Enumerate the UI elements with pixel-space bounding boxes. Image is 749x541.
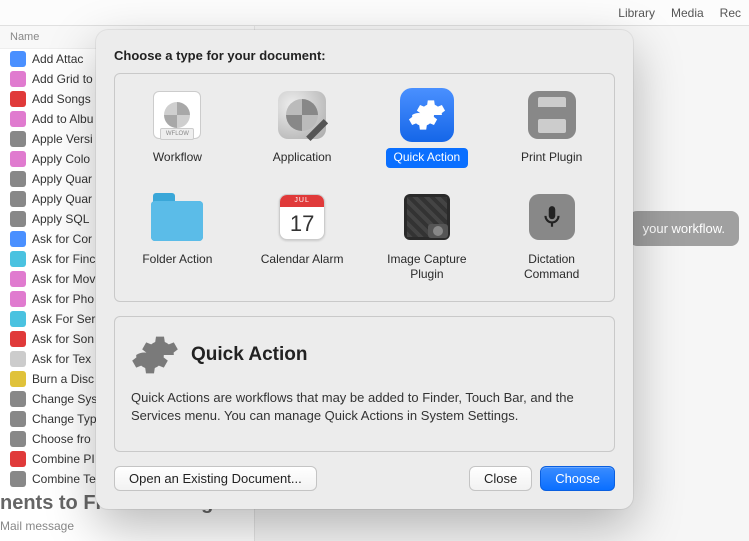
- document-type-grid: WFLOW Workflow Application Quick Action …: [114, 73, 615, 302]
- doc-type-folder-action[interactable]: Folder Action: [115, 184, 240, 291]
- sidebar-item-label: Combine Te: [32, 472, 96, 486]
- sidebar-item-icon: [10, 231, 26, 247]
- sidebar-item-icon: [10, 151, 26, 167]
- sidebar-item-icon: [10, 91, 26, 107]
- sidebar-item-label: Ask for Finc: [32, 252, 95, 266]
- calendar-alarm-icon: JUL17: [275, 190, 329, 244]
- sidebar-item-label: Add to Albu: [32, 112, 93, 126]
- background-toolbar: Library Media Rec: [0, 0, 749, 26]
- sidebar-item-label: Choose fro: [32, 432, 91, 446]
- doc-type-label: Application: [265, 148, 340, 168]
- modal-title: Choose a type for your document:: [114, 48, 615, 63]
- modal-button-row: Open an Existing Document... Close Choos…: [114, 466, 615, 491]
- sidebar-item-label: Ask For Ser: [32, 312, 95, 326]
- folder-action-icon: [150, 190, 204, 244]
- footer-sub: Mail message: [0, 519, 224, 533]
- sidebar-item-icon: [10, 171, 26, 187]
- doc-type-label: Workflow: [145, 148, 210, 168]
- sidebar-item-icon: [10, 291, 26, 307]
- toolbar-rec[interactable]: Rec: [720, 6, 741, 20]
- sidebar-item-label: Ask for Mov: [32, 272, 95, 286]
- quick-action-icon: [400, 88, 454, 142]
- doc-type-label: Dictation Command: [493, 250, 610, 285]
- sidebar-item-label: Apply Quar: [32, 192, 92, 206]
- sidebar-item-icon: [10, 51, 26, 67]
- sidebar-item-label: Ask for Tex: [32, 352, 91, 366]
- sidebar-item-label: Apple Versi: [32, 132, 93, 146]
- document-type-modal: Choose a type for your document: WFLOW W…: [96, 30, 633, 509]
- sidebar-item-icon: [10, 191, 26, 207]
- sidebar-item-label: Apply Quar: [32, 172, 92, 186]
- sidebar-item-icon: [10, 311, 26, 327]
- gear-icon: [408, 96, 446, 134]
- image-capture-plugin-icon: [400, 190, 454, 244]
- sidebar-item-label: Burn a Disc: [32, 372, 94, 386]
- sidebar-item-icon: [10, 131, 26, 147]
- sidebar-item-icon: [10, 451, 26, 467]
- sidebar-item-icon: [10, 251, 26, 267]
- doc-type-print-plugin[interactable]: Print Plugin: [489, 82, 614, 174]
- canvas-hint: your workflow.: [629, 211, 739, 246]
- sidebar-item-label: Ask for Pho: [32, 292, 94, 306]
- toolbar-media[interactable]: Media: [671, 6, 704, 20]
- description-title: Quick Action: [191, 344, 307, 366]
- doc-type-label: Image Capture Plugin: [369, 250, 486, 285]
- print-plugin-icon: [525, 88, 579, 142]
- sidebar-item-label: Change Sys: [32, 392, 97, 406]
- description-text: Quick Actions are workflows that may be …: [131, 389, 598, 425]
- sidebar-item-label: Ask for Cor: [32, 232, 92, 246]
- dictation-command-icon: [525, 190, 579, 244]
- sidebar-item-icon: [10, 411, 26, 427]
- sidebar-item-icon: [10, 471, 26, 487]
- doc-type-image-capture-plugin[interactable]: Image Capture Plugin: [365, 184, 490, 291]
- sidebar-item-label: Add Attac: [32, 52, 83, 66]
- sidebar-item-icon: [10, 271, 26, 287]
- sidebar-item-icon: [10, 431, 26, 447]
- workflow-icon: WFLOW: [150, 88, 204, 142]
- doc-type-calendar-alarm[interactable]: JUL17 Calendar Alarm: [240, 184, 365, 291]
- doc-type-label: Calendar Alarm: [253, 250, 352, 270]
- open-existing-button[interactable]: Open an Existing Document...: [114, 466, 317, 491]
- choose-button[interactable]: Choose: [540, 466, 615, 491]
- sidebar-item-icon: [10, 331, 26, 347]
- sidebar-item-label: Ask for Son: [32, 332, 94, 346]
- sidebar-item-label: Add Songs: [32, 92, 91, 106]
- doc-type-application[interactable]: Application: [240, 82, 365, 174]
- application-icon: [275, 88, 329, 142]
- doc-type-label: Print Plugin: [513, 148, 590, 168]
- sidebar-item-label: Add Grid to: [32, 72, 93, 86]
- sidebar-item-label: Apply SQL: [32, 212, 89, 226]
- doc-type-label: Folder Action: [134, 250, 220, 270]
- sidebar-item-icon: [10, 371, 26, 387]
- gear-icon: [131, 331, 179, 379]
- toolbar-library[interactable]: Library: [618, 6, 655, 20]
- description-box: Quick Action Quick Actions are workflows…: [114, 316, 615, 452]
- sidebar-item-label: Combine PI: [32, 452, 95, 466]
- doc-type-label: Quick Action: [386, 148, 469, 168]
- doc-type-quick-action[interactable]: Quick Action: [365, 82, 490, 174]
- doc-type-workflow[interactable]: WFLOW Workflow: [115, 82, 240, 174]
- doc-type-dictation-command[interactable]: Dictation Command: [489, 184, 614, 291]
- sidebar-item-label: Apply Colo: [32, 152, 90, 166]
- sidebar-item-icon: [10, 211, 26, 227]
- sidebar-item-icon: [10, 111, 26, 127]
- sidebar-item-icon: [10, 71, 26, 87]
- sidebar-item-icon: [10, 351, 26, 367]
- sidebar-item-label: Change Typ: [32, 412, 97, 426]
- microphone-icon: [539, 204, 565, 230]
- close-button[interactable]: Close: [469, 466, 532, 491]
- sidebar-item-icon: [10, 391, 26, 407]
